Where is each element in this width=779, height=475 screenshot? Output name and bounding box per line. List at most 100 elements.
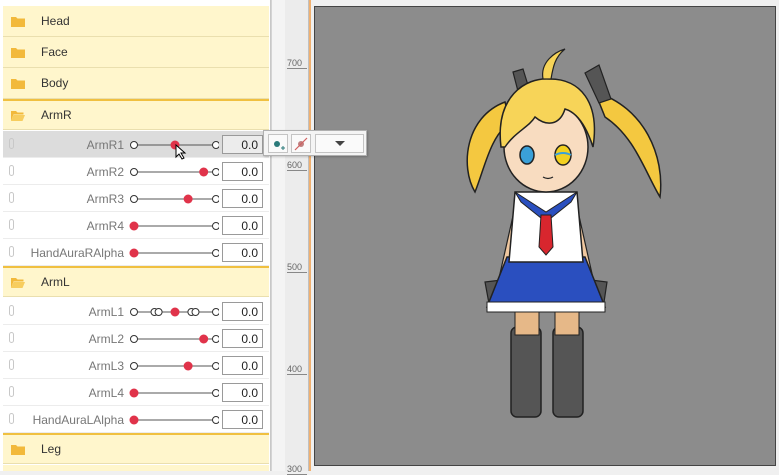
param-value-input[interactable]: 0.0 (222, 243, 263, 262)
param-slider[interactable] (127, 412, 219, 428)
link-icon[interactable] (9, 192, 14, 203)
slider-knob (129, 415, 139, 425)
slider-key-marker (212, 362, 219, 370)
param-value-input[interactable]: 0.0 (222, 216, 263, 235)
param-slider[interactable] (127, 385, 219, 401)
param-row-armr3[interactable]: ArmR3 0.0 (3, 185, 269, 212)
link-icon[interactable] (9, 359, 14, 370)
param-row-arml4[interactable]: ArmL4 0.0 (3, 379, 269, 406)
param-slider[interactable] (127, 218, 219, 234)
param-value-input[interactable]: 0.0 (222, 356, 263, 375)
folder-icon (11, 443, 25, 455)
ruler-label: 700 (287, 58, 307, 69)
param-value-input[interactable]: 0.0 (222, 329, 263, 348)
remove-key-button[interactable] (291, 134, 311, 153)
group-label: Face (41, 45, 68, 59)
slider-knob (129, 221, 139, 231)
link-icon[interactable] (9, 413, 14, 424)
param-slider[interactable] (127, 245, 219, 261)
param-row-armr1[interactable]: ArmR1 0.0 (3, 131, 269, 158)
param-slider[interactable] (127, 358, 219, 374)
parameter-panel: Head Face Body ArmR ArmR1 0.0 ArmR2 0.0 … (0, 0, 271, 471)
group-arml[interactable]: ArmL (3, 266, 269, 297)
folder-icon (11, 46, 25, 58)
param-row-arml2[interactable]: ArmL2 0.0 (3, 325, 269, 352)
param-row-armr4[interactable]: ArmR4 0.0 (3, 212, 269, 239)
group-next-partial (3, 465, 269, 471)
param-label: ArmR2 (86, 165, 124, 179)
param-slider[interactable] (127, 191, 219, 207)
folder-icon (11, 77, 25, 89)
param-value-input[interactable]: 0.0 (222, 162, 263, 181)
slider-knob (170, 307, 180, 317)
param-label: HandAuraRAlpha (30, 246, 124, 260)
param-slider[interactable] (127, 304, 219, 320)
group-label: Leg (41, 442, 62, 456)
group-label: Head (41, 14, 70, 28)
group-face[interactable]: Face (3, 37, 269, 68)
remove-key-icon (294, 137, 308, 151)
vertical-ruler: 700 600 500 400 300 (285, 0, 309, 475)
folder-icon (11, 15, 25, 27)
dropdown-icon (335, 141, 345, 146)
param-label: ArmR3 (86, 192, 124, 206)
group-label: ArmR (41, 108, 72, 122)
canvas-edge-guide (309, 0, 311, 471)
slider-key-marker (212, 416, 219, 424)
param-value-input[interactable]: 0.0 (222, 302, 263, 321)
group-body[interactable]: Body (3, 68, 269, 99)
slider-key-marker (130, 308, 138, 316)
param-label: ArmR4 (86, 219, 124, 233)
param-slider[interactable] (127, 331, 219, 347)
param-row-handaurar[interactable]: HandAuraRAlpha 0.0 (3, 239, 269, 266)
param-value-input[interactable]: 0.0 (222, 135, 263, 154)
param-slider[interactable] (127, 137, 219, 153)
param-row-arml1[interactable]: ArmL1 0.0 (3, 298, 269, 325)
slider-knob (183, 194, 193, 204)
slider-key-marker (212, 335, 219, 343)
group-leg[interactable]: Leg (3, 433, 269, 464)
character-model (466, 48, 662, 418)
slider-knob (129, 248, 139, 258)
ruler-label: 500 (287, 262, 307, 273)
group-head[interactable]: Head (3, 6, 269, 37)
slider-key-marker (130, 195, 138, 203)
slider-key-marker (154, 308, 163, 316)
param-label: HandAuraLAlpha (32, 413, 124, 427)
group-label: Body (41, 76, 69, 90)
param-value-input[interactable]: 0.0 (222, 383, 263, 402)
param-row-handaural[interactable]: HandAuraLAlpha 0.0 (3, 406, 269, 433)
slider-knob (199, 167, 209, 177)
param-label: ArmL4 (88, 386, 124, 400)
param-value-input[interactable]: 0.0 (222, 189, 263, 208)
slider-knob (129, 388, 139, 398)
param-slider[interactable] (127, 164, 219, 180)
add-key-button[interactable] (268, 134, 288, 153)
folder-open-icon (11, 276, 25, 288)
slider-key-marker (212, 141, 219, 149)
link-icon[interactable] (9, 305, 14, 316)
folder-open-icon (11, 109, 25, 121)
link-icon[interactable] (9, 219, 14, 230)
model-canvas[interactable] (314, 6, 776, 466)
param-row-armr2[interactable]: ArmR2 0.0 (3, 158, 269, 185)
link-icon[interactable] (9, 138, 14, 149)
slider-knob (199, 334, 209, 344)
link-icon[interactable] (9, 332, 14, 343)
param-row-arml3[interactable]: ArmL3 0.0 (3, 352, 269, 379)
link-icon[interactable] (9, 246, 14, 257)
param-value-input[interactable]: 0.0 (222, 410, 263, 429)
group-armr[interactable]: ArmR (3, 99, 269, 130)
panel-scrollbar[interactable] (271, 0, 285, 471)
param-label: ArmL3 (88, 359, 124, 373)
slider-key-marker (191, 308, 200, 316)
slider-key-marker (212, 222, 219, 230)
keyframe-popup (263, 130, 367, 156)
keyframe-dropdown-button[interactable] (315, 134, 364, 153)
slider-key-marker (212, 249, 219, 257)
slider-key-marker (130, 335, 138, 343)
link-icon[interactable] (9, 165, 14, 176)
ruler-label: 600 (287, 160, 307, 171)
link-icon[interactable] (9, 386, 14, 397)
slider-key-marker (130, 168, 138, 176)
